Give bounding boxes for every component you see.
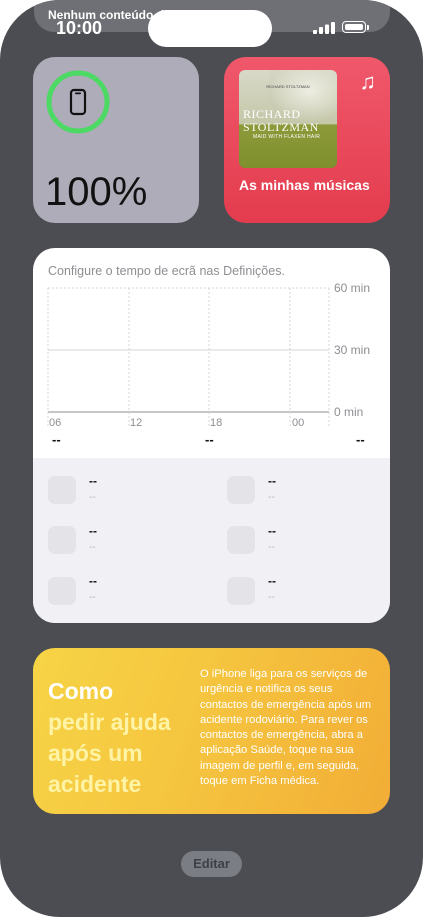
status-bar-time: 10:00: [56, 18, 103, 38]
y-tick-60: 60 min: [334, 281, 370, 295]
app-icon-placeholder: [227, 577, 255, 605]
iphone-icon: [69, 88, 87, 116]
app-icon-placeholder: [227, 526, 255, 554]
album-artwork[interactable]: RICHARD STOLTZMAN RICHARD STOLTZMAN MAID…: [239, 70, 337, 168]
app-time: --: [268, 492, 275, 503]
battery-icon: [342, 21, 366, 33]
home-screen: Nenhum conteúdo disponível 10:00 100% ♫ …: [0, 0, 423, 917]
app-name: --: [89, 524, 97, 538]
music-widget[interactable]: ♫ RICHARD STOLTZMAN RICHARD STOLTZMAN MA…: [224, 57, 390, 223]
x-tick-06: 06: [49, 417, 61, 429]
app-name: --: [268, 524, 276, 538]
summary-value-1: --: [52, 432, 61, 447]
battery-level-ring: [46, 70, 110, 134]
tip-title-line1: Como: [48, 678, 114, 704]
album-title: MAID WITH FLAXEN HAIR: [253, 134, 321, 140]
album-artist-line1: RICHARD: [243, 107, 301, 121]
app-time: --: [89, 492, 96, 503]
app-time: --: [89, 542, 96, 553]
edit-button[interactable]: Editar: [181, 851, 242, 877]
battery-tip: [367, 25, 369, 30]
battery-widget[interactable]: 100%: [33, 57, 199, 223]
battery-percent: 100%: [45, 170, 148, 214]
screen-time-chart: 60 min 30 min 0 min 06 12 18 00: [47, 281, 370, 429]
app-icon-placeholder: [48, 526, 76, 554]
app-usage-list: -- -- -- -- -- -- -- -- -- -- -- --: [33, 458, 390, 623]
app-time: --: [268, 592, 275, 603]
app-name: --: [89, 474, 97, 488]
screen-time-widget[interactable]: Configure o tempo de ecrã nas Definições…: [33, 248, 390, 623]
app-icon-placeholder: [227, 476, 255, 504]
album-artist: RICHARD STOLTZMAN: [243, 108, 319, 134]
x-tick-18: 18: [210, 417, 222, 429]
y-tick-0: 0 min: [334, 405, 363, 419]
app-time: --: [89, 592, 96, 603]
y-tick-30: 30 min: [334, 343, 370, 357]
tip-body: O iPhone liga para os serviços de urgênc…: [200, 668, 372, 788]
summary-value-3: --: [356, 432, 365, 447]
x-tick-12: 12: [130, 417, 142, 429]
music-widget-label: As minhas músicas: [239, 177, 370, 193]
music-note-icon: ♫: [359, 69, 377, 94]
cellular-signal-icon: [313, 22, 335, 34]
tip-title: Como pedir ajuda após um acidente: [48, 676, 193, 800]
app-icon-placeholder: [48, 476, 76, 504]
album-artist-line2: STOLTZMAN: [243, 120, 319, 134]
app-name: --: [268, 474, 276, 488]
x-tick-00: 00: [292, 417, 304, 429]
app-name: --: [268, 574, 276, 588]
tips-widget[interactable]: Como pedir ajuda após um acidente O iPho…: [33, 648, 390, 814]
tip-title-line2: pedir ajuda após um acidente: [48, 709, 171, 797]
app-icon-placeholder: [48, 577, 76, 605]
app-time: --: [268, 542, 275, 553]
album-top-line: RICHARD STOLTZMAN: [266, 84, 310, 89]
dynamic-island: [148, 10, 272, 47]
summary-value-2: --: [205, 432, 214, 447]
app-name: --: [89, 574, 97, 588]
